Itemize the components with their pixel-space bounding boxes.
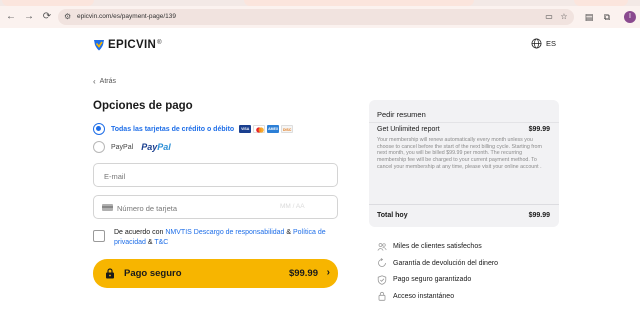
chevron-left-icon: ‹ (93, 77, 96, 86)
terms-consent: De acuerdo con NMVTIS Descargo de respon… (93, 228, 343, 247)
people-icon (377, 242, 387, 251)
extensions-icon[interactable]: ⧉ (601, 11, 613, 23)
language-code: ES (546, 39, 557, 48)
logo-registered-mark: ® (157, 39, 162, 46)
benefit-item: Pago seguro garantizado (377, 274, 498, 285)
paypal-logo-icon: PayPal (141, 142, 171, 152)
language-selector[interactable]: ES (531, 38, 556, 49)
benefit-label: Miles de clientes satisfechos (393, 243, 482, 250)
secure-pay-label: Pago seguro (124, 268, 182, 279)
payment-option-cards[interactable]: Todas las tarjetas de crédito o débito V… (93, 122, 295, 136)
address-bar-url[interactable]: epicvin.com/es/payment-page/139 (77, 12, 176, 22)
total-price: $99.99 (528, 212, 550, 219)
credit-card-icon (102, 204, 113, 211)
total-label: Total hoy (377, 212, 408, 219)
profile-avatar[interactable]: I (624, 11, 636, 23)
nmvtis-disclaimer-link[interactable]: NMVTIS Descargo de responsabilidad (165, 229, 284, 236)
divider (369, 204, 559, 205)
divider (369, 122, 559, 123)
payment-option-cards-label: Todas las tarjetas de crédito o débito (111, 125, 235, 133)
shield-icon (377, 274, 387, 285)
page-title: Opciones de pago (93, 100, 193, 112)
email-field[interactable] (93, 163, 338, 187)
benefits-list: Miles de clientes satisfechos Garantía d… (377, 241, 498, 307)
terms-checkbox[interactable] (93, 230, 105, 242)
back-link-label: Atrás (99, 78, 117, 85)
forward-arrow-icon[interactable]: → (22, 10, 36, 24)
install-app-icon[interactable]: ▭ (544, 12, 554, 22)
mastercard-icon (253, 125, 266, 133)
site-info-icon[interactable]: ⚙ (64, 12, 74, 22)
payment-option-paypal-label: PayPal (111, 143, 134, 151)
benefit-item: Garantía de devolución del dinero (377, 258, 498, 269)
radio-paypal[interactable] (93, 141, 105, 153)
radio-cards[interactable] (93, 123, 105, 135)
card-number-field[interactable]: MM / AA (93, 195, 338, 219)
chevron-right-icon: › (326, 267, 330, 278)
terms-link[interactable]: T&C (154, 239, 168, 246)
benefit-item: Miles de clientes satisfechos (377, 241, 498, 252)
epicvin-logo-mark-icon (94, 40, 104, 51)
back-arrow-icon[interactable]: ← (4, 10, 18, 24)
benefit-item: Acceso instantáneo (377, 291, 498, 302)
bookmark-star-icon[interactable]: ☆ (559, 12, 569, 22)
order-summary-title: Pedir resumen (377, 110, 426, 119)
summary-item-price: $99.99 (528, 126, 550, 133)
card-brand-logos: VISA AMEX DISC (239, 125, 295, 133)
browser-toolbar: ← → ⟳ ⚙ epicvin.com/es/payment-page/139 … (0, 6, 640, 28)
benefit-label: Pago seguro garantizado (393, 276, 472, 283)
order-summary: Pedir resumen Get Unlimited report $99.9… (369, 100, 559, 227)
expiry-placeholder[interactable]: MM / AA (280, 203, 305, 210)
logo-wordmark: EPICVIN (108, 39, 157, 51)
address-bar[interactable]: ⚙ epicvin.com/es/payment-page/139 ▭ ☆ (58, 9, 574, 25)
membership-terms-text: Your membership will renew automatically… (377, 137, 542, 170)
benefit-label: Acceso instantáneo (393, 292, 455, 300)
amex-icon: AMEX (267, 125, 280, 133)
refund-icon (378, 258, 386, 267)
discover-icon: DISC (281, 125, 294, 133)
benefit-label: Garantía de devolución del dinero (393, 259, 499, 267)
payment-option-paypal[interactable]: PayPal PayPal (93, 140, 171, 154)
epicvin-logo[interactable]: EPICVIN ® (93, 38, 162, 52)
globe-icon (531, 38, 542, 49)
consent-text: De acuerdo con NMVTIS Descargo de respon… (114, 229, 326, 246)
visa-icon: VISA (239, 125, 252, 133)
summary-item-name: Get Unlimited report (377, 126, 440, 133)
reload-icon[interactable]: ⟳ (40, 10, 54, 24)
lock-icon (378, 291, 386, 301)
back-link[interactable]: ‹ Atrás (93, 77, 116, 86)
secure-pay-price: $99.99 (288, 268, 318, 279)
reading-list-icon[interactable]: ▤ (583, 11, 595, 23)
lock-icon (106, 268, 114, 279)
email-input[interactable] (104, 170, 304, 182)
secure-pay-button[interactable]: Pago seguro $99.99 › (93, 259, 338, 288)
